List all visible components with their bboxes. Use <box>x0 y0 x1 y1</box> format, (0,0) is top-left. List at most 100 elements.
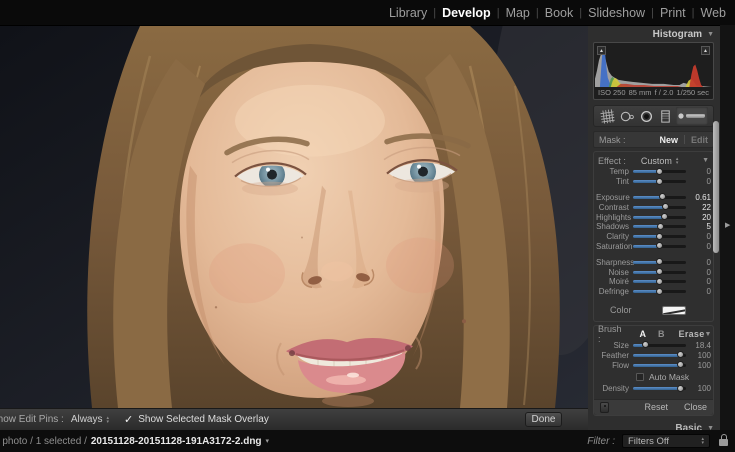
module-tab-print[interactable]: Print <box>660 6 686 20</box>
filter-dropdown[interactable]: Filters Off ▴ ▾ <box>622 434 710 448</box>
slider-value[interactable]: 100 <box>691 384 711 393</box>
slider-group: Sharpness 0 Noise 0 Moiré 0 Defringe 0 <box>596 257 711 296</box>
slider-value[interactable]: 20 <box>691 213 711 222</box>
mask-edit-button[interactable]: Edit <box>691 135 708 145</box>
slider-track[interactable] <box>633 341 686 349</box>
lock-shackle <box>720 434 727 440</box>
module-tab-library[interactable]: Library <box>389 6 427 20</box>
module-tab-map[interactable]: Map <box>506 6 530 20</box>
disclosure-triangle-icon[interactable]: ▼ <box>705 331 712 338</box>
slider-track[interactable] <box>633 287 686 295</box>
done-button[interactable]: Done <box>525 412 562 427</box>
slider-value[interactable]: 0 <box>691 232 711 241</box>
slider-track[interactable] <box>633 258 686 266</box>
slider-label: Tint <box>615 177 629 187</box>
histogram-graph[interactable] <box>595 44 712 87</box>
slider-thumb[interactable] <box>655 167 663 175</box>
show-edit-pins-dropdown[interactable]: Always <box>71 414 103 425</box>
slider-track[interactable] <box>633 361 686 369</box>
auto-mask-checkbox[interactable] <box>636 372 644 381</box>
slider-thumb[interactable] <box>655 258 663 266</box>
slider-value[interactable]: 100 <box>691 351 711 360</box>
slider-thumb[interactable] <box>655 242 663 250</box>
slider-thumb[interactable] <box>655 277 663 285</box>
disclosure-triangle-icon[interactable]: ▼ <box>707 31 714 38</box>
graduated-filter-tool[interactable] <box>657 107 674 125</box>
shadow-clipping-indicator[interactable]: ▲ <box>597 46 606 55</box>
slider-track[interactable] <box>633 268 686 276</box>
slider-track[interactable] <box>633 222 686 230</box>
slider-thumb[interactable] <box>676 384 684 392</box>
adjustment-brush-tool[interactable] <box>676 107 708 125</box>
slider-thumb[interactable] <box>676 351 684 359</box>
slider-thumb[interactable] <box>661 203 669 211</box>
photo-canvas[interactable] <box>0 25 588 408</box>
filter-label: Filter : <box>587 435 615 447</box>
histogram-panel[interactable]: ▲ ▲ ISO 250 85 mm f / 2.0 1/250 sec <box>593 42 714 100</box>
mask-new-button[interactable]: New <box>659 135 678 145</box>
slider-track[interactable] <box>633 177 686 185</box>
slider-value[interactable]: 5 <box>691 222 711 231</box>
slider-track[interactable] <box>633 213 686 221</box>
mask-close-button[interactable]: Close <box>684 402 707 412</box>
slider-track[interactable] <box>633 242 686 250</box>
slider-sharpness: Sharpness 0 <box>596 257 711 267</box>
module-tab-book[interactable]: Book <box>545 6 574 20</box>
panel-collapse-gutter[interactable]: ▶ <box>720 25 735 430</box>
slider-thumb[interactable] <box>676 361 684 369</box>
slider-thumb[interactable] <box>655 287 663 295</box>
spot-removal-tool[interactable] <box>618 107 636 125</box>
slider-thumb[interactable] <box>660 213 668 221</box>
filter-lock-icon[interactable] <box>719 434 728 446</box>
slider-track[interactable] <box>633 384 686 392</box>
slider-value[interactable]: 0 <box>691 258 711 267</box>
slider-thumb[interactable] <box>655 232 663 240</box>
histogram-header[interactable]: Histogram ▼ <box>593 26 714 42</box>
crop-overlay-tool[interactable] <box>599 107 616 125</box>
panel-collapse-arrow-icon[interactable]: ▶ <box>725 221 730 229</box>
module-tab-web[interactable]: Web <box>701 6 726 20</box>
slider-track[interactable] <box>633 203 686 211</box>
slider-track[interactable] <box>633 193 686 201</box>
panel-vertical-scrollbar[interactable] <box>713 121 719 253</box>
slider-value[interactable]: 0 <box>691 167 711 176</box>
slider-thumb[interactable] <box>655 177 663 185</box>
slider-thumb[interactable] <box>659 193 667 201</box>
exif-readout: ISO 250 85 mm f / 2.0 1/250 sec <box>594 88 713 97</box>
slider-track[interactable] <box>633 277 686 285</box>
module-tab-develop[interactable]: Develop <box>442 6 491 20</box>
color-swatch[interactable] <box>661 305 686 315</box>
mask-reset-button[interactable]: Reset <box>644 402 668 412</box>
slider-value[interactable]: 0.61 <box>691 193 711 202</box>
mask-overlay-checkbox[interactable]: ✓ <box>124 413 133 426</box>
slider-track[interactable] <box>633 232 686 240</box>
slider-thumb[interactable] <box>657 222 665 230</box>
slider-temp: Temp 0 <box>596 167 711 177</box>
slider-value[interactable]: 18.4 <box>691 341 711 350</box>
red-eye-icon <box>640 110 653 122</box>
slider-value[interactable]: 100 <box>691 361 711 370</box>
slider-value[interactable]: 22 <box>691 203 711 212</box>
slider-value[interactable]: 0 <box>691 277 711 286</box>
disclosure-triangle-icon[interactable]: ▼ <box>702 157 709 164</box>
module-tab-slideshow[interactable]: Slideshow <box>588 6 645 20</box>
panel-switch-toggle[interactable] <box>600 401 609 413</box>
slider-value[interactable]: 0 <box>691 287 711 296</box>
highlight-clipping-indicator[interactable]: ▲ <box>701 46 710 55</box>
slider-thumb[interactable] <box>655 268 663 276</box>
slider-value[interactable]: 0 <box>691 242 711 251</box>
slider-value[interactable]: 0 <box>691 268 711 277</box>
effect-preset-dropdown[interactable]: Custom <box>641 156 672 166</box>
brush-a-button[interactable]: A <box>640 329 647 339</box>
slider-thumb[interactable] <box>641 341 649 349</box>
slider-track[interactable] <box>633 167 686 175</box>
brush-b-button[interactable]: B <box>658 329 665 339</box>
caret-down-icon[interactable]: ▾ <box>266 437 270 445</box>
filename-dropdown[interactable]: 20151128-20151128-191A3172-2.dng <box>91 436 262 447</box>
slider-track[interactable] <box>633 351 686 359</box>
aperture-value: f / 2.0 <box>654 88 674 97</box>
effect-subpanel: Effect : Custom ▴ ▾ ▼ Temp 0 Tint 0 Exposure… <box>593 151 714 322</box>
red-eye-tool[interactable] <box>638 107 655 125</box>
brush-erase-button[interactable]: Erase <box>679 329 705 339</box>
slider-value[interactable]: 0 <box>691 177 711 186</box>
